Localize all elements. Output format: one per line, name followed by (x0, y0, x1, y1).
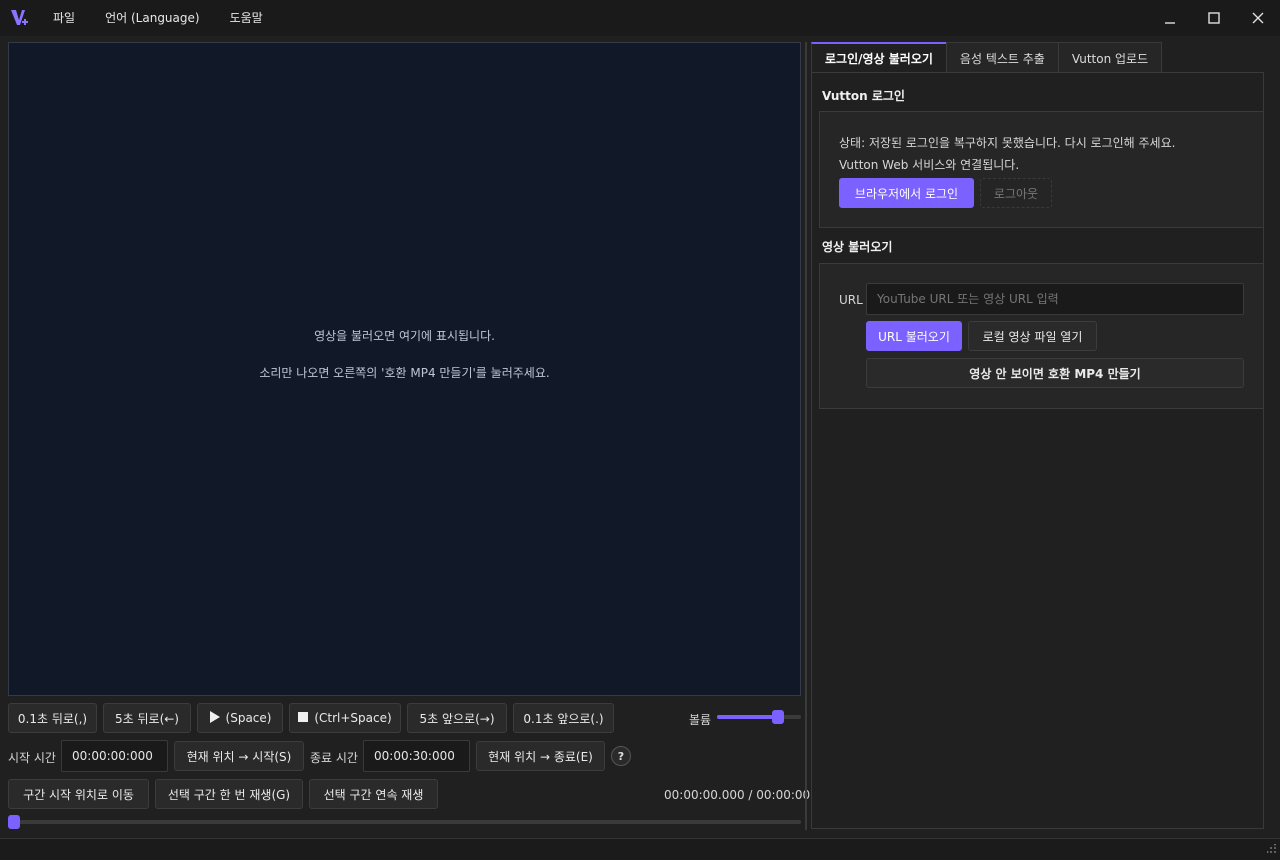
end-time-label: 종료 시간 (310, 751, 358, 765)
login-status-text: 상태: 저장된 로그인을 복구하지 못했습니다. 다시 로그인해 주세요. (839, 136, 1176, 150)
status-bar (0, 838, 1280, 860)
forward-5s-button[interactable]: 5초 앞으로(→) (407, 703, 507, 733)
tab-vutton-upload[interactable]: Vutton 업로드 (1057, 42, 1163, 73)
load-url-button[interactable]: URL 불러오기 (866, 321, 962, 351)
end-time-input[interactable]: 00:00:30:000 (363, 740, 470, 772)
play-button[interactable]: (Space) (197, 703, 283, 733)
title-bar: 파일 언어 (Language) 도움말 (0, 0, 1280, 36)
open-local-file-button[interactable]: 로컬 영상 파일 열기 (968, 321, 1097, 351)
play-range-once-button[interactable]: 선택 구간 한 번 재생(G) (155, 779, 303, 809)
forward-0.1s-button[interactable]: 0.1초 앞으로(.) (513, 703, 614, 733)
url-label: URL (839, 293, 863, 307)
back-0.1s-button[interactable]: 0.1초 뒤로(,) (8, 703, 97, 733)
volume-handle[interactable] (771, 710, 784, 724)
back-5s-button[interactable]: 5초 뒤로(←) (103, 703, 191, 733)
set-end-button[interactable]: 현재 위치 → 종료(E) (476, 741, 605, 771)
login-info-text: Vutton Web 서비스와 연결됩니다. (839, 158, 1020, 172)
menu-file[interactable]: 파일 (38, 0, 90, 36)
stop-shortcut-label: (Ctrl+Space) (314, 711, 392, 725)
tab-bar: 로그인/영상 불러오기 음성 텍스트 추출 Vutton 업로드 (811, 42, 1163, 73)
menu-help[interactable]: 도움말 (215, 0, 278, 36)
make-compatible-mp4-button[interactable]: 영상 안 보이면 호환 MP4 만들기 (866, 358, 1244, 388)
browser-login-button[interactable]: 브라우저에서 로그인 (839, 178, 974, 208)
goto-range-start-button[interactable]: 구간 시작 위치로 이동 (8, 779, 149, 809)
login-section-title: Vutton 로그인 (822, 89, 905, 103)
minimize-icon[interactable] (1148, 0, 1192, 36)
maximize-icon[interactable] (1192, 0, 1236, 36)
window-controls (1148, 0, 1280, 36)
set-start-button[interactable]: 현재 위치 → 시작(S) (174, 741, 304, 771)
volume-fill (717, 715, 778, 719)
play-icon (209, 710, 220, 726)
volume-label: 볼륨 (689, 713, 712, 727)
play-shortcut-label: (Space) (225, 711, 272, 725)
pane-splitter[interactable] (805, 42, 807, 830)
video-placeholder-hint: 소리만 나오면 오른쪽의 '호환 MP4 만들기'를 눌러주세요. (259, 366, 550, 380)
menu-language[interactable]: 언어 (Language) (90, 0, 214, 36)
start-time-input[interactable]: 00:00:00:000 (61, 740, 168, 772)
resize-grip-icon[interactable] (1266, 843, 1277, 857)
app-logo-icon (2, 0, 38, 36)
timeline-slider[interactable] (8, 815, 801, 829)
stop-icon (298, 711, 309, 725)
range-help-button[interactable]: ? (611, 746, 631, 766)
video-preview[interactable]: 영상을 불러오면 여기에 표시됩니다. 소리만 나오면 오른쪽의 '호환 MP4… (8, 42, 801, 696)
url-input[interactable] (866, 283, 1244, 315)
logout-button[interactable]: 로그아웃 (980, 178, 1052, 208)
load-section-title: 영상 불러오기 (822, 240, 893, 254)
tab-login-load[interactable]: 로그인/영상 불러오기 (811, 42, 947, 73)
play-range-loop-button[interactable]: 선택 구간 연속 재생 (309, 779, 438, 809)
timeline-handle[interactable] (8, 815, 20, 829)
tab-speech-to-text[interactable]: 음성 텍스트 추출 (945, 42, 1059, 73)
stop-button[interactable]: (Ctrl+Space) (289, 703, 401, 733)
volume-slider[interactable] (717, 710, 801, 724)
start-time-label: 시작 시간 (8, 751, 56, 765)
close-icon[interactable] (1236, 0, 1280, 36)
video-placeholder-text: 영상을 불러오면 여기에 표시됩니다. (314, 329, 495, 343)
